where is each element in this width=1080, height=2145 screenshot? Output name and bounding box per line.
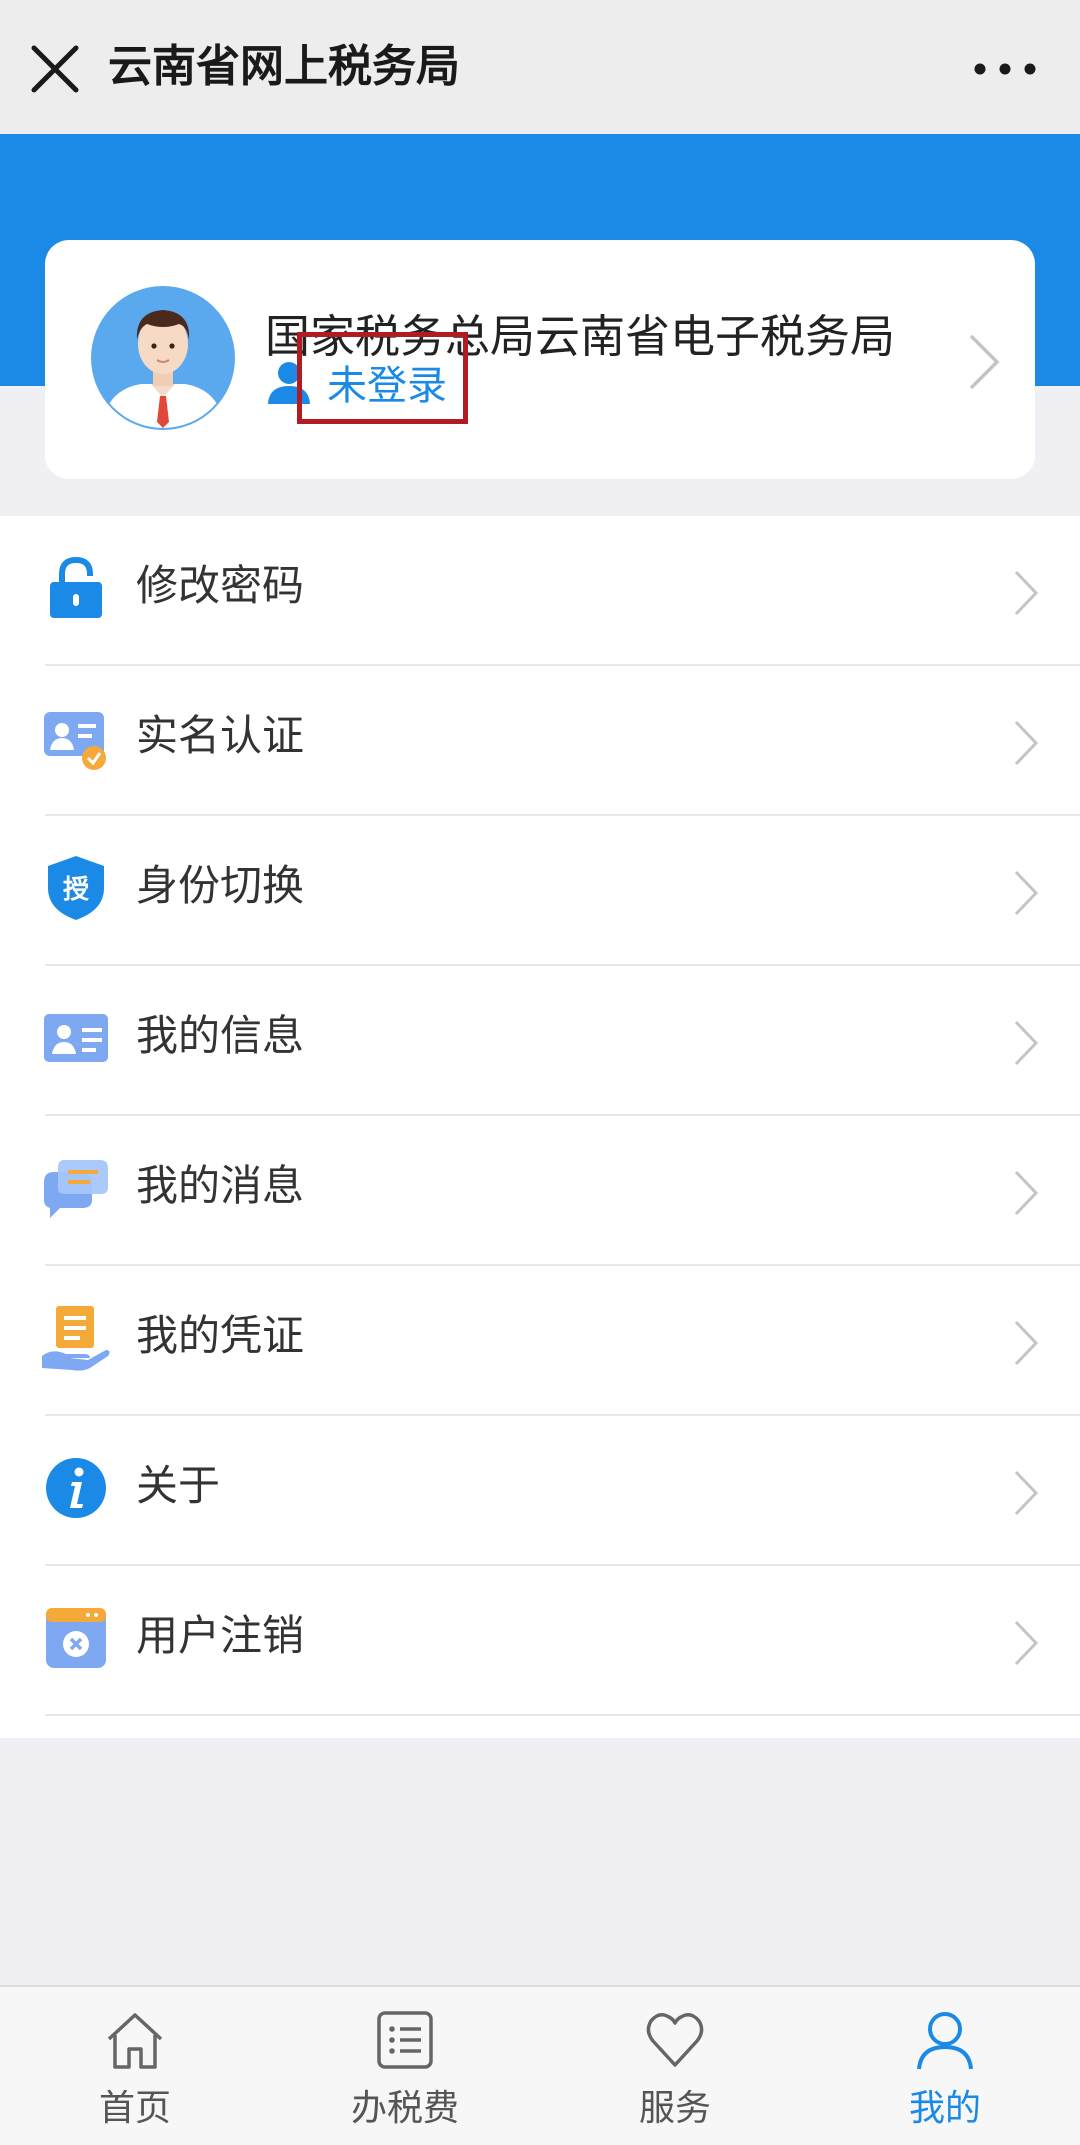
chevron-right-icon [1014, 1320, 1039, 1366]
info-card-icon [44, 1014, 108, 1062]
page-title: 云南省网上税务局 [108, 41, 460, 92]
menu-item-label: 我的凭证 [136, 1311, 305, 1360]
top-nav-bar: 云南省网上税务局 [0, 0, 1080, 134]
tab-label: 首页 [98, 2088, 171, 2129]
lock-icon [50, 556, 102, 618]
avatar [91, 286, 235, 430]
menu-item-real-name-auth[interactable]: 实名认证 [0, 666, 1080, 816]
menu-item-switch-identity[interactable]: 授 身份切换 [0, 816, 1080, 966]
divider [45, 1714, 1080, 1716]
user-icon [917, 2012, 973, 2070]
chevron-right-icon [969, 334, 1000, 390]
authorize-shield-icon: 授 [48, 856, 104, 920]
chevron-right-icon [1014, 1620, 1039, 1666]
menu-item-label: 关于 [136, 1461, 221, 1510]
menu-item-about[interactable]: 关于 [0, 1416, 1080, 1566]
tab-services[interactable]: 服务 [575, 1987, 775, 2145]
menu-item-label: 我的信息 [136, 1011, 305, 1060]
cancel-account-icon [46, 1608, 106, 1668]
settings-menu: 修改密码 实名认证 授 身份切换 我的信息 我的消息 我的凭证 关于 用户注销 [0, 516, 1080, 1738]
heart-icon [646, 2013, 704, 2067]
tab-label: 服务 [638, 2088, 711, 2129]
close-icon[interactable] [28, 42, 82, 96]
menu-item-my-info[interactable]: 我的信息 [0, 966, 1080, 1116]
about-info-icon [46, 1458, 106, 1518]
list-icon [377, 2011, 433, 2069]
chevron-right-icon [1014, 720, 1039, 766]
menu-item-label: 实名认证 [136, 711, 305, 760]
menu-item-cancel-account[interactable]: 用户注销 [0, 1566, 1080, 1716]
menu-item-label: 用户注销 [136, 1611, 305, 1660]
profile-card[interactable]: 国家税务总局云南省电子税务局 未登录 [45, 240, 1035, 479]
menu-item-label: 身份切换 [136, 861, 305, 910]
menu-item-label: 修改密码 [136, 561, 305, 610]
home-icon [107, 2013, 163, 2069]
svg-text:授: 授 [63, 875, 90, 905]
id-verify-icon [44, 712, 106, 770]
chevron-right-icon [1014, 570, 1039, 616]
menu-item-my-messages[interactable]: 我的消息 [0, 1116, 1080, 1266]
bottom-tab-bar: 首页 办税费 服务 我的 [0, 1985, 1080, 2145]
tab-tax-services[interactable]: 办税费 [305, 1987, 505, 2145]
message-bubble-icon [44, 1160, 108, 1218]
tab-label: 我的 [908, 2088, 981, 2129]
menu-item-change-password[interactable]: 修改密码 [0, 516, 1080, 666]
tab-mine[interactable]: 我的 [845, 1987, 1045, 2145]
more-horizontal-icon[interactable] [970, 52, 1040, 86]
chevron-right-icon [1014, 1020, 1039, 1066]
menu-item-label: 我的消息 [136, 1161, 305, 1210]
voucher-hand-icon [42, 1306, 110, 1371]
chevron-right-icon [1014, 870, 1039, 916]
chevron-right-icon [1014, 1470, 1039, 1516]
tab-label: 办税费 [350, 2088, 459, 2129]
menu-item-my-vouchers[interactable]: 我的凭证 [0, 1266, 1080, 1416]
highlight-box [297, 332, 468, 424]
chevron-right-icon [1014, 1170, 1039, 1216]
tab-home[interactable]: 首页 [35, 1987, 235, 2145]
